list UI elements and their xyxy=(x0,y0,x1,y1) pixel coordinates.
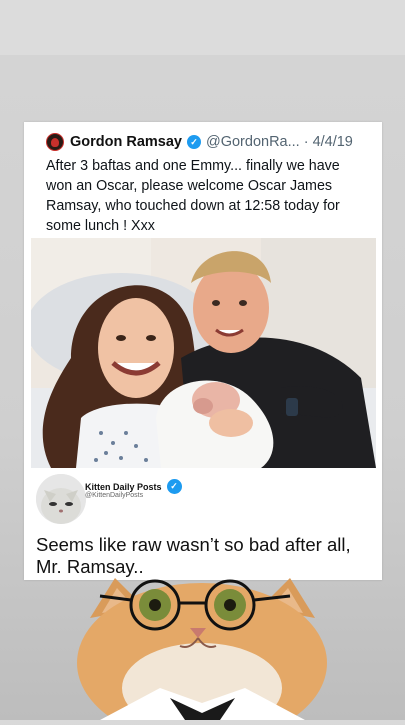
family-photo-illustration xyxy=(31,238,376,468)
tweet-author-name[interactable]: Gordon Ramsay xyxy=(70,134,182,150)
tweet-photo[interactable] xyxy=(31,238,376,468)
verified-badge-icon: ✓ xyxy=(166,479,182,494)
top-background-band xyxy=(0,0,405,55)
reply-body: Seems like raw wasn’t so bad after all, … xyxy=(36,534,351,577)
verified-badge-icon: ✓ xyxy=(187,135,201,149)
cat-illustration xyxy=(77,578,327,725)
cat-with-glasses-image xyxy=(60,578,345,725)
meme-card: Gordon Ramsay ✓ @GordonRa... · 4/4/19 Af… xyxy=(24,122,382,580)
reply-author-name[interactable]: Kitten Daily Posts xyxy=(85,482,162,492)
tweet-body: After 3 baftas and one Emmy... finally w… xyxy=(46,158,340,234)
tweet-author-handle[interactable]: @GordonRa... xyxy=(206,134,300,150)
reply-avatar[interactable] xyxy=(36,474,86,524)
kitten-avatar-illustration xyxy=(36,474,86,524)
reply-author-handle[interactable]: @KittenDailyPosts xyxy=(85,492,143,499)
tweet-header: Gordon Ramsay ✓ @GordonRa... · 4/4/19 xyxy=(46,132,372,152)
tweet-separator: · xyxy=(303,134,309,150)
gordon-ramsay-logo-icon[interactable] xyxy=(46,133,64,151)
tweet-date[interactable]: 4/4/19 xyxy=(313,134,353,150)
